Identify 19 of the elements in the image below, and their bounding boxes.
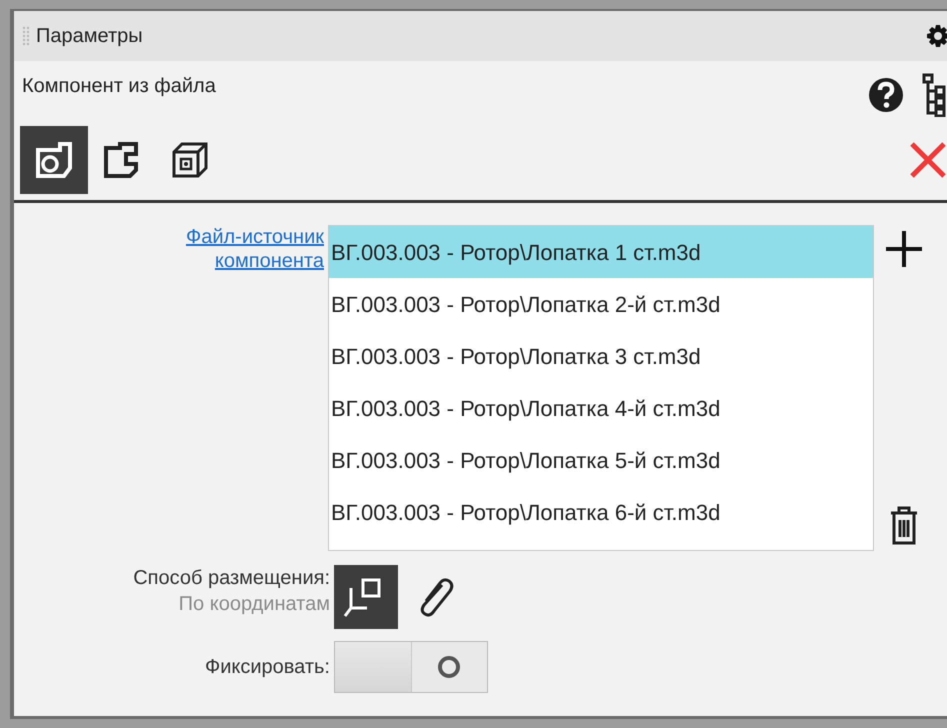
header-title: Компонент из файла bbox=[22, 74, 217, 99]
settings-icon[interactable] bbox=[926, 24, 947, 48]
trash-icon[interactable] bbox=[889, 505, 919, 545]
panel-title: Параметры bbox=[36, 24, 144, 49]
close-icon[interactable] bbox=[908, 140, 947, 180]
placement-value: По координатам bbox=[178, 592, 330, 617]
add-icon[interactable] bbox=[884, 229, 924, 269]
file-list-item[interactable]: ВГ.003.003 - Ротор\Лопатка 1 ст.m3d bbox=[329, 226, 873, 278]
fix-toggle[interactable] bbox=[334, 641, 488, 693]
fix-label: Фиксировать: bbox=[204, 655, 330, 680]
part-icon bbox=[34, 140, 74, 180]
cube-icon bbox=[170, 140, 210, 180]
placement-label: Способ размещения: bbox=[133, 566, 330, 591]
placement-button[interactable] bbox=[334, 565, 398, 629]
source-file-link[interactable]: Файл-источник компонента bbox=[114, 225, 324, 551]
grip-icon[interactable] bbox=[22, 26, 30, 46]
help-icon[interactable] bbox=[868, 77, 904, 113]
mode-button[interactable] bbox=[20, 126, 88, 194]
tree-icon[interactable] bbox=[922, 73, 946, 117]
